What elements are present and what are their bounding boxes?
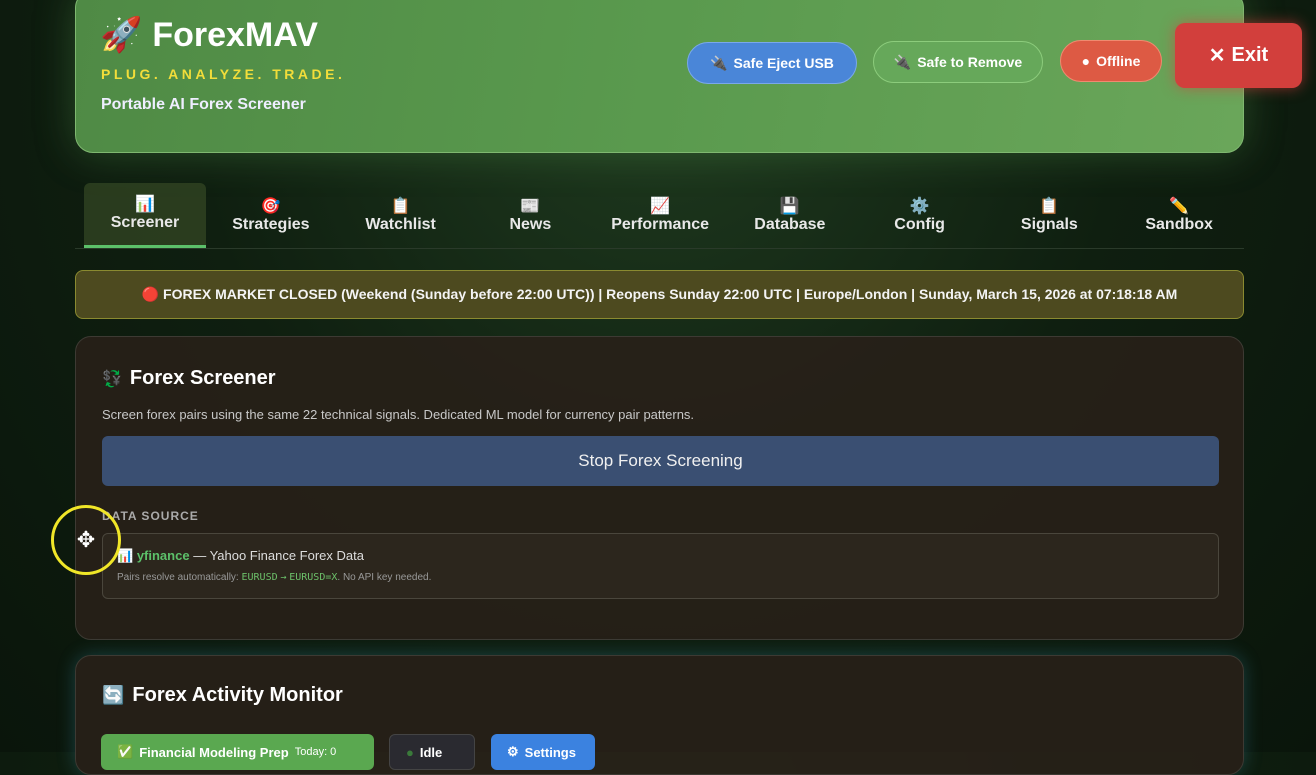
button-label: Settings	[524, 744, 576, 760]
brand: 🚀 ForexMAV	[100, 15, 318, 55]
pair-to: EURUSD=X	[289, 572, 338, 583]
today-count: Today: 0	[294, 746, 337, 758]
fmp-source-button[interactable]: ✅ Financial Modeling Prep Today: 0	[101, 734, 374, 770]
source-name: yfinance	[136, 548, 190, 563]
data-source-label: DATA SOURCE	[102, 509, 199, 523]
settings-button[interactable]: ⚙ Settings	[491, 734, 595, 770]
target-icon: 🎯	[260, 197, 281, 215]
market-status-banner: 🔴 FOREX MARKET CLOSED (Weekend (Sunday b…	[75, 270, 1244, 319]
note-prefix: Pairs resolve automatically:	[117, 572, 239, 583]
tab-label: Screener	[110, 214, 180, 231]
chart-icon: 📊	[135, 196, 155, 213]
newspaper-icon: 📰	[520, 197, 541, 215]
floppy-disk-icon: 💾	[779, 197, 800, 215]
tab-label: Strategies	[232, 215, 310, 233]
note-suffix: . No API key needed.	[337, 572, 432, 583]
arrow-icon: →	[280, 572, 287, 583]
status-dot-icon: ●	[406, 744, 414, 760]
forex-activity-monitor-card: 🔄 Forex Activity Monitor ✅ Financial Model…	[75, 655, 1244, 775]
data-source-note: Pairs resolve automatically: EURUSD → EU…	[117, 572, 431, 583]
rocket-icon: 🚀	[100, 16, 143, 54]
button-label: Exit	[1231, 44, 1269, 66]
tab-watchlist[interactable]: 📋 Watchlist	[336, 183, 466, 248]
tab-sandbox[interactable]: ✏️ Sandbox	[1114, 183, 1244, 248]
card-title: 💱 Forex Screener	[102, 367, 276, 390]
refresh-icon: 🔄	[102, 685, 125, 705]
clipboard-icon: 📋	[1039, 197, 1060, 215]
button-label: Safe to Remove	[917, 54, 1023, 70]
safe-eject-usb-button[interactable]: 🔌 Safe Eject USB	[687, 42, 857, 84]
idle-status: ● Idle	[389, 734, 475, 770]
card-title: 🔄 Forex Activity Monitor	[102, 684, 343, 707]
title-text: Forex Activity Monitor	[132, 684, 343, 706]
tab-label: Performance	[611, 215, 710, 233]
move-cursor-icon: ✥	[51, 505, 121, 575]
tab-label: Database	[754, 215, 826, 233]
tab-label: Watchlist	[365, 215, 436, 233]
check-icon: ✅	[117, 744, 134, 759]
app-title: ForexMAV	[152, 15, 318, 54]
stop-forex-screening-button[interactable]: Stop Forex Screening	[102, 436, 1219, 486]
tab-news[interactable]: 📰 News	[466, 183, 596, 248]
tab-signals[interactable]: 📋 Signals	[985, 183, 1115, 248]
offline-status-button[interactable]: ● Offline	[1060, 40, 1162, 82]
subtitle: Portable AI Forex Screener	[101, 96, 306, 113]
status-dot-icon: ●	[1081, 53, 1091, 69]
close-icon: ✕	[1208, 45, 1226, 67]
main-tabs: 📊 Screener 🎯 Strategies 📋 Watchlist 📰 News 📈…	[75, 183, 1244, 249]
tab-strategies[interactable]: 🎯 Strategies	[206, 183, 336, 248]
forex-screener-card: 💱 Forex Screener Screen forex pairs using…	[75, 336, 1244, 640]
trend-up-icon: 📈	[650, 197, 671, 215]
button-label: Safe Eject USB	[733, 55, 834, 71]
tagline: PLUG. ANALYZE. TRADE.	[101, 66, 346, 82]
plug-icon: 🔌	[893, 53, 912, 70]
tab-performance[interactable]: 📈 Performance	[595, 183, 725, 248]
tab-label: Config	[894, 215, 945, 233]
tab-config[interactable]: ⚙️ Config	[855, 183, 985, 248]
tab-label: Signals	[1020, 215, 1078, 233]
title-text: Forex Screener	[129, 367, 276, 389]
exit-button[interactable]: ✕ Exit	[1175, 23, 1302, 88]
pair-from: EURUSD	[241, 572, 278, 583]
source-desc: — Yahoo Finance Forex Data	[193, 548, 364, 563]
tab-label: Sandbox	[1145, 215, 1213, 233]
button-label: Offline	[1096, 53, 1141, 69]
gear-icon: ⚙️	[909, 197, 930, 215]
clipboard-icon: 📋	[390, 197, 411, 215]
status-label: Idle	[419, 744, 443, 760]
data-source-box: 📊 yfinance — Yahoo Finance Forex Data Pa…	[102, 533, 1219, 599]
currency-exchange-icon: 💱	[102, 370, 122, 388]
safe-to-remove-button[interactable]: 🔌 Safe to Remove	[873, 41, 1043, 83]
tab-screener[interactable]: 📊 Screener	[84, 183, 206, 248]
tab-database[interactable]: 💾 Database	[725, 183, 855, 248]
data-source-main: 📊 yfinance — Yahoo Finance Forex Data	[117, 548, 364, 564]
pencil-icon: ✏️	[1169, 197, 1190, 215]
gear-icon: ⚙	[507, 744, 519, 759]
plug-icon: 🔌	[710, 54, 728, 71]
card-description: Screen forex pairs using the same 22 tec…	[102, 407, 695, 422]
tab-label: News	[509, 215, 552, 233]
button-label: Financial Modeling Prep	[139, 744, 289, 760]
